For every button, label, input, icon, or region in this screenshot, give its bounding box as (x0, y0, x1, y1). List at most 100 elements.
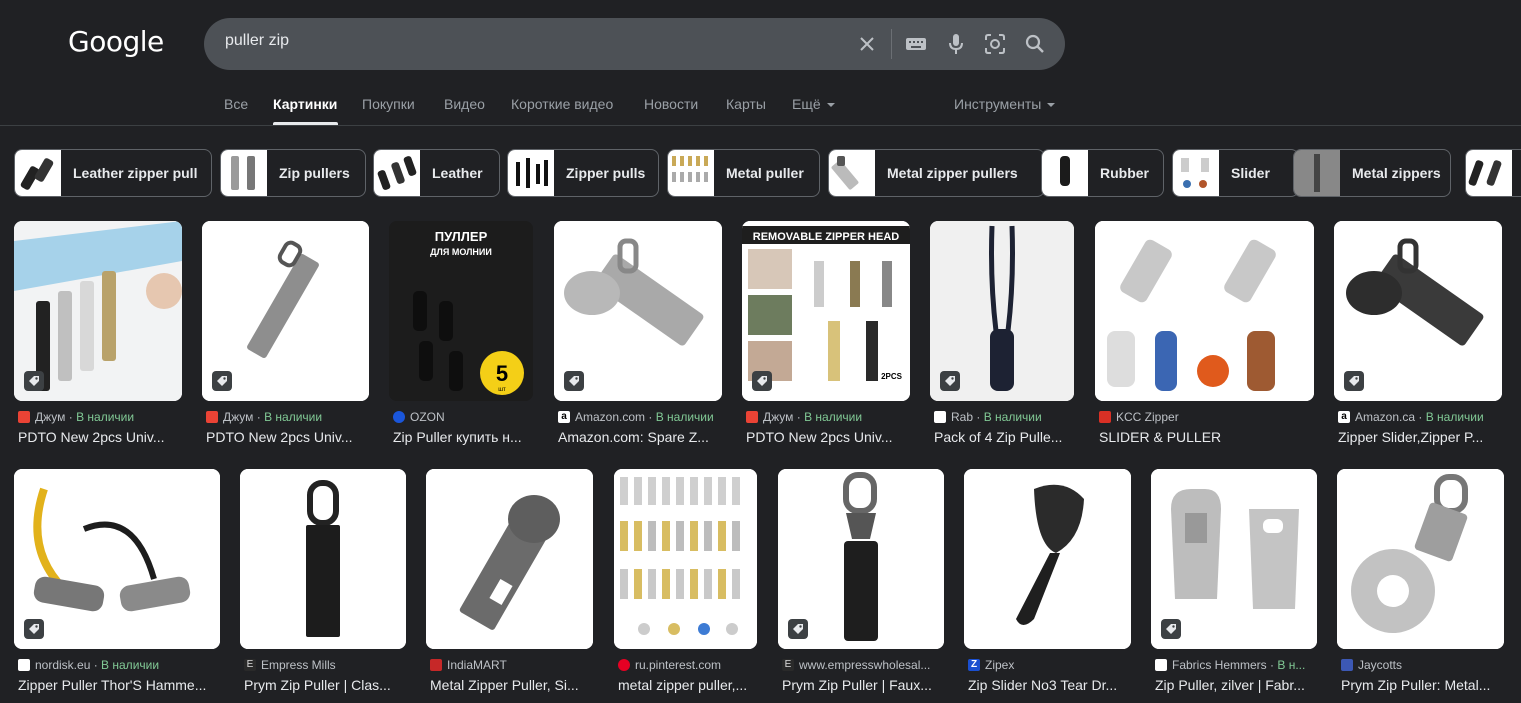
result-source: E Empress Mills (244, 658, 406, 672)
source-name: IndiaMART (447, 658, 507, 672)
tab-shopping[interactable]: Покупки (362, 96, 415, 112)
chip-metal-puller[interactable]: Metal puller (667, 149, 820, 197)
result-image[interactable]: REMOVABLE ZIPPER HEAD 2PCS (742, 221, 910, 401)
result-image[interactable] (14, 221, 182, 401)
result-image[interactable] (778, 469, 944, 649)
result-title[interactable]: metal zipper puller,... (618, 677, 757, 693)
result-title[interactable]: Metal Zipper Puller, Si... (430, 677, 593, 693)
result-card[interactable]: a Amazon.com · В наличии Amazon.com: Spar… (554, 221, 722, 451)
shopping-tag-icon (564, 371, 584, 391)
chip-zipper-pulls[interactable]: Zipper pulls (507, 149, 659, 197)
search-box[interactable] (204, 18, 1065, 70)
favicon-icon (18, 411, 30, 423)
chip-leather[interactable]: Leather (373, 149, 500, 197)
chip-label: Metal zipper pullers (887, 165, 1018, 181)
tab-more[interactable]: Ещё (792, 96, 835, 112)
result-image[interactable] (1334, 221, 1502, 401)
result-card[interactable]: Rab · В наличии Pack of 4 Zip Pulle... (930, 221, 1074, 451)
tools-label: Инструменты (954, 96, 1042, 112)
result-image[interactable] (1337, 469, 1504, 649)
result-card[interactable]: Fabrics Hemmers · В н... Zip Puller, zil… (1151, 469, 1317, 699)
result-image[interactable] (614, 469, 757, 649)
chip-thumbnail (15, 150, 61, 196)
result-title[interactable]: PDTO New 2pcs Univ... (18, 429, 182, 445)
result-title[interactable]: Pack of 4 Zip Pulle... (934, 429, 1074, 445)
result-card[interactable]: E Empress Mills Prym Zip Puller | Clas... (240, 469, 406, 699)
chip-slider[interactable]: Slider (1172, 149, 1299, 197)
result-card[interactable]: ru.pinterest.com metal zipper puller,... (614, 469, 757, 699)
result-card[interactable]: a Amazon.ca · В наличии Zipper Slider,Zip… (1334, 221, 1502, 451)
result-title[interactable]: SLIDER & PULLER (1099, 429, 1314, 445)
amazon-favicon-icon: a (1338, 411, 1350, 423)
result-card[interactable]: KCC Zipper SLIDER & PULLER (1095, 221, 1314, 451)
source-name: OZON (410, 410, 445, 424)
tools-button[interactable]: Инструменты (954, 96, 1056, 112)
result-title[interactable]: Prym Zip Puller | Faux... (782, 677, 944, 693)
image-banner-text: REMOVABLE ZIPPER HEAD (753, 231, 900, 243)
result-card[interactable]: Z Zipex Zip Slider No3 Tear Dr... (964, 469, 1131, 699)
result-image[interactable] (1095, 221, 1314, 401)
result-title[interactable]: Zipper Slider,Zipper P... (1338, 429, 1502, 445)
chip-leather-zipper-pull[interactable]: Leather zipper pull (14, 149, 212, 197)
result-card[interactable]: REMOVABLE ZIPPER HEAD 2PCS Джум · В налич… (742, 221, 910, 451)
microphone-icon[interactable] (944, 32, 968, 56)
chip-zip-pullers[interactable]: Zip pullers (220, 149, 366, 197)
result-title[interactable]: PDTO New 2pcs Univ... (746, 429, 910, 445)
favicon-icon: E (244, 659, 256, 671)
chip-more[interactable] (1465, 149, 1521, 197)
tab-video[interactable]: Видео (444, 96, 485, 112)
result-title[interactable]: Amazon.com: Spare Z... (558, 429, 722, 445)
favicon-icon (1341, 659, 1353, 671)
chevron-down-icon (826, 103, 835, 108)
keyboard-icon[interactable] (904, 32, 928, 56)
result-card[interactable]: nordisk.eu · В наличии Zipper Puller Tho… (14, 469, 220, 699)
result-title[interactable]: Zip Slider No3 Tear Dr... (968, 677, 1131, 693)
result-image[interactable] (14, 469, 220, 649)
google-logo[interactable]: Google (68, 25, 164, 58)
chip-metal-zippers[interactable]: Metal zippers (1293, 149, 1451, 197)
result-title[interactable]: Zipper Puller Thor'S Hamme... (18, 677, 220, 693)
tab-all[interactable]: Все (224, 96, 248, 112)
favicon-icon (206, 411, 218, 423)
tab-short-videos[interactable]: Короткие видео (511, 96, 613, 112)
result-card[interactable]: IndiaMART Metal Zipper Puller, Si... (426, 469, 593, 699)
source-name: Джум (763, 410, 794, 424)
result-image[interactable] (1151, 469, 1317, 649)
tab-maps[interactable]: Карты (726, 96, 766, 112)
result-title[interactable]: PDTO New 2pcs Univ... (206, 429, 369, 445)
result-card[interactable]: Ewww.empresswholesal... Prym Zip Puller … (778, 469, 944, 699)
result-image[interactable] (202, 221, 369, 401)
result-title[interactable]: Prym Zip Puller | Clas... (244, 677, 406, 693)
result-title[interactable]: Zip Puller, zilver | Fabr... (1155, 677, 1317, 693)
result-image[interactable] (930, 221, 1074, 401)
result-image[interactable] (426, 469, 593, 649)
chevron-down-icon (1047, 103, 1056, 108)
image-badge-sub: шт (498, 387, 506, 393)
image-corner-text: 2PCS (881, 372, 903, 381)
tab-images[interactable]: Картинки (273, 96, 337, 112)
source-name: Empress Mills (261, 658, 336, 672)
search-icon[interactable] (1023, 32, 1047, 56)
stock-status: В н... (1277, 658, 1306, 672)
header: Google Все Картинки Покупки Видео Коротк… (0, 0, 1521, 126)
chip-rubber[interactable]: Rubber (1041, 149, 1164, 197)
result-image[interactable] (240, 469, 406, 649)
chip-metal-zipper-pullers[interactable]: Metal zipper pullers (828, 149, 1045, 197)
result-card[interactable]: Джум · В наличии PDTO New 2pcs Univ... (202, 221, 369, 451)
clear-icon[interactable] (855, 32, 879, 56)
result-image[interactable]: ПУЛЛЕР ДЛЯ МОЛНИИ 5 шт (389, 221, 533, 401)
result-title[interactable]: Prym Zip Puller: Metal... (1341, 677, 1504, 693)
result-title[interactable]: Zip Puller купить н... (393, 429, 533, 445)
shopping-tag-icon (1344, 371, 1364, 391)
source-name: Jaycotts (1358, 658, 1403, 672)
result-card[interactable]: Джум · В наличии PDTO New 2pcs Univ... (14, 221, 182, 451)
search-input[interactable] (225, 32, 825, 50)
lens-icon[interactable] (983, 32, 1007, 56)
result-image[interactable] (964, 469, 1131, 649)
result-card[interactable]: Jaycotts Prym Zip Puller: Metal... (1337, 469, 1504, 699)
result-image[interactable] (554, 221, 722, 401)
favicon-icon: E (782, 659, 794, 671)
result-card[interactable]: ПУЛЛЕР ДЛЯ МОЛНИИ 5 шт OZON Zip Puller купи… (389, 221, 533, 451)
tab-news[interactable]: Новости (644, 96, 698, 112)
shopping-tag-icon (940, 371, 960, 391)
